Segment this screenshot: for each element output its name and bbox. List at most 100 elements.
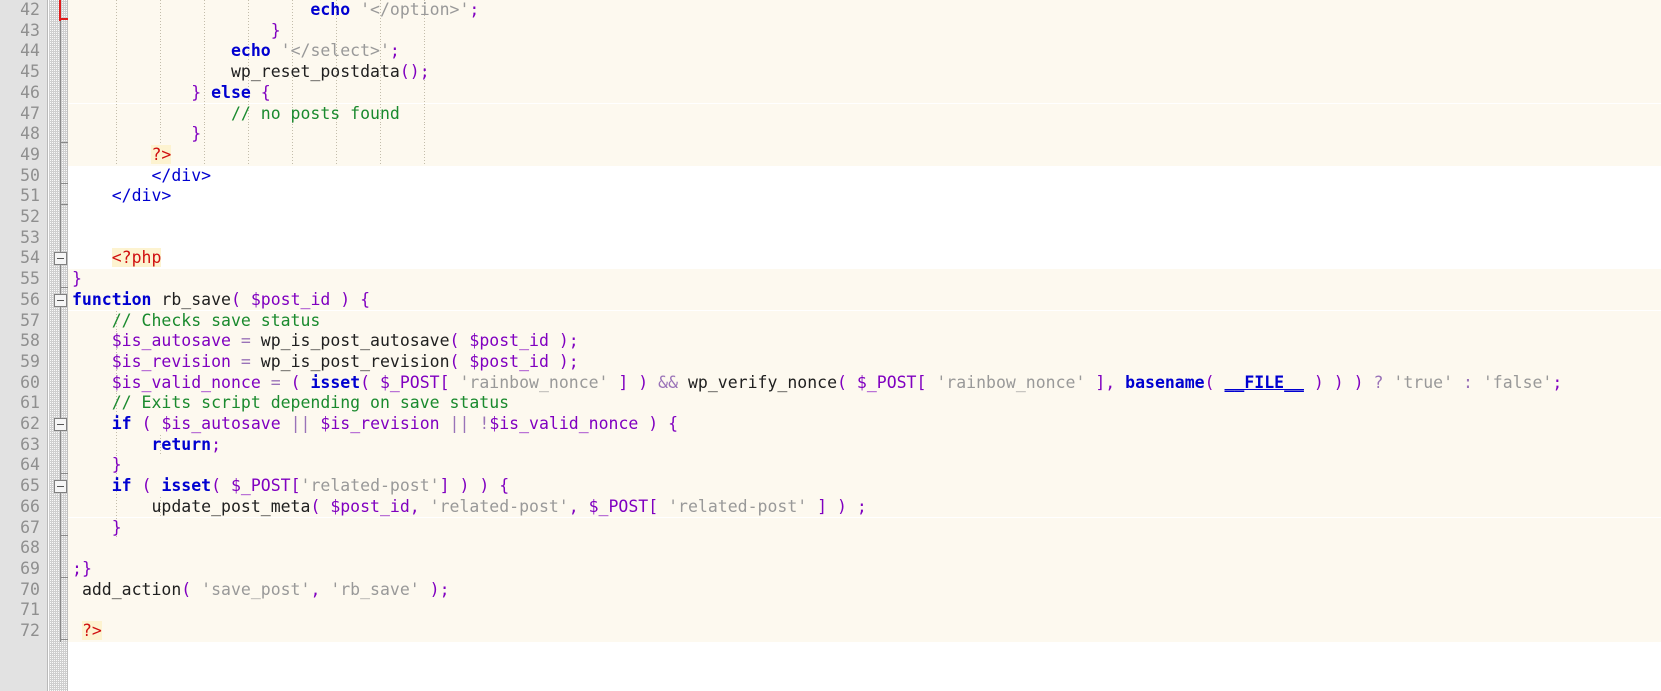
code-line[interactable]: [68, 538, 1661, 559]
token-kw: if: [111, 414, 132, 433]
code-line[interactable]: }: [68, 455, 1661, 477]
token-kw: isset: [310, 372, 361, 392]
token-str: 'rb_save': [330, 579, 420, 599]
code-line[interactable]: return;: [68, 434, 1661, 456]
code-line[interactable]: if ( isset( $_POST['related-post'] ) ) {: [68, 476, 1661, 497]
token-op: :: [1453, 372, 1483, 392]
code-line-text: if ( isset( $_POST['related-post'] ) ) {: [68, 476, 509, 497]
code-text-area[interactable]: echo '</option>'; } echo '</select>'; wp…: [68, 0, 1661, 691]
code-line[interactable]: add_action( 'save_post', 'rb_save' );: [68, 579, 1661, 601]
code-line[interactable]: $is_autosave = wp_is_post_autosave( $pos…: [68, 331, 1661, 352]
token-kw: isset: [161, 476, 212, 496]
fold-marker-layer[interactable]: [49, 0, 68, 691]
code-line[interactable]: [68, 227, 1661, 249]
fold-collapse-box[interactable]: [54, 480, 67, 494]
token-str: 'related-post': [300, 476, 440, 496]
code-line[interactable]: $is_revision = wp_is_post_revision( $pos…: [68, 351, 1661, 373]
code-line[interactable]: ?>: [68, 621, 1661, 642]
token-kw: return: [151, 434, 212, 454]
code-line[interactable]: if ( $is_autosave || $is_revision || !$i…: [68, 414, 1661, 435]
token-brace: }: [191, 124, 202, 144]
code-line[interactable]: }: [68, 124, 1661, 145]
token-punc: [: [648, 496, 669, 516]
code-line-text: // no posts found: [68, 104, 400, 125]
fold-collapse-box[interactable]: [54, 252, 67, 266]
token-punc: ): [548, 331, 569, 351]
token-magic: __FILE__: [1224, 372, 1304, 392]
code-line[interactable]: <?php: [68, 248, 1661, 270]
fold-collapse-box[interactable]: [54, 293, 67, 307]
code-line[interactable]: [68, 207, 1661, 228]
indent-guide: [380, 82, 381, 104]
code-line[interactable]: ;}: [68, 558, 1661, 580]
token-punc: ;: [1552, 372, 1563, 392]
code-line[interactable]: // no posts found: [68, 103, 1661, 125]
code-line-text: </div>: [68, 166, 211, 187]
code-line[interactable]: </div>: [68, 165, 1661, 187]
line-number: 48: [20, 124, 40, 144]
code-line[interactable]: echo '</option>';: [68, 0, 1661, 21]
token-punc: (: [360, 372, 380, 392]
indent-guide: [380, 20, 381, 42]
indent-guide: [424, 20, 425, 42]
token-var: $post_id: [330, 496, 410, 516]
code-line[interactable]: } else {: [68, 82, 1661, 104]
token-brace: }: [81, 558, 92, 578]
token-punc: ;: [846, 496, 867, 516]
code-line-text: add_action( 'save_post', 'rb_save' );: [68, 580, 450, 601]
indent-guide: [292, 82, 293, 104]
token-punc: ;: [211, 434, 222, 454]
token-str: 'true': [1393, 372, 1454, 392]
code-line[interactable]: </div>: [68, 186, 1661, 207]
code-line[interactable]: }: [68, 20, 1661, 42]
code-line[interactable]: }: [68, 269, 1661, 290]
token-var: $_POST: [856, 372, 917, 392]
code-line-text: // Checks save status: [68, 311, 321, 332]
line-number: 66: [20, 496, 40, 516]
token-php: ?>: [81, 621, 102, 640]
code-editor[interactable]: 42 43 44 45 46 47 48 49 50 51 52 53 54 55 56 57 58 59 60 61…: [0, 0, 1661, 691]
indent-guide-group: [68, 82, 1661, 104]
code-line[interactable]: }: [68, 517, 1661, 539]
code-line[interactable]: // Checks save status: [68, 310, 1661, 332]
line-number-gutter[interactable]: 42 43 44 45 46 47 48 49 50 51 52 53 54 55 56 57 58 59 60 61…: [0, 0, 48, 691]
code-line-text: } else {: [68, 83, 271, 104]
code-line[interactable]: // Exits script depending on save status: [68, 393, 1661, 414]
token-punc: (: [310, 496, 331, 516]
code-line[interactable]: $is_valid_nonce = ( isset( $_POST[ 'rain…: [68, 372, 1661, 394]
code-line-text: echo '</select>';: [68, 41, 400, 62]
code-line-text: update_post_meta( $post_id, 'related-pos…: [68, 496, 867, 518]
code-line[interactable]: [68, 600, 1661, 621]
indent-guide: [336, 144, 337, 166]
line-number: 50: [20, 165, 40, 185]
code-line[interactable]: update_post_meta( $post_id, 'related-pos…: [68, 496, 1661, 518]
token-punc: ): [638, 414, 669, 433]
code-line[interactable]: echo '</select>';: [68, 41, 1661, 63]
line-number: 63: [20, 434, 40, 454]
token-kw: if: [111, 476, 132, 496]
code-line[interactable]: wp_reset_postdata();: [68, 62, 1661, 83]
line-number: 61: [20, 393, 40, 413]
token-php: <?php: [111, 248, 162, 268]
fold-collapse-box[interactable]: [54, 418, 67, 431]
code-line[interactable]: function rb_save( $post_id ) {: [68, 289, 1661, 311]
token-cmt: // Exits script depending on save status: [111, 393, 510, 413]
indent-guide: [380, 124, 381, 145]
token-kw: echo: [310, 0, 351, 19]
indent-guide: [292, 20, 293, 42]
code-line[interactable]: ?>: [68, 144, 1661, 166]
line-number: 67: [20, 517, 40, 537]
code-line-text: }: [68, 124, 201, 145]
fold-bracket-end: [60, 183, 68, 185]
indent-guide-group: [68, 20, 1661, 42]
fold-bracket-end: [60, 576, 68, 578]
fold-bracket-end: [60, 204, 68, 205]
token-var: $post_id: [469, 331, 549, 351]
